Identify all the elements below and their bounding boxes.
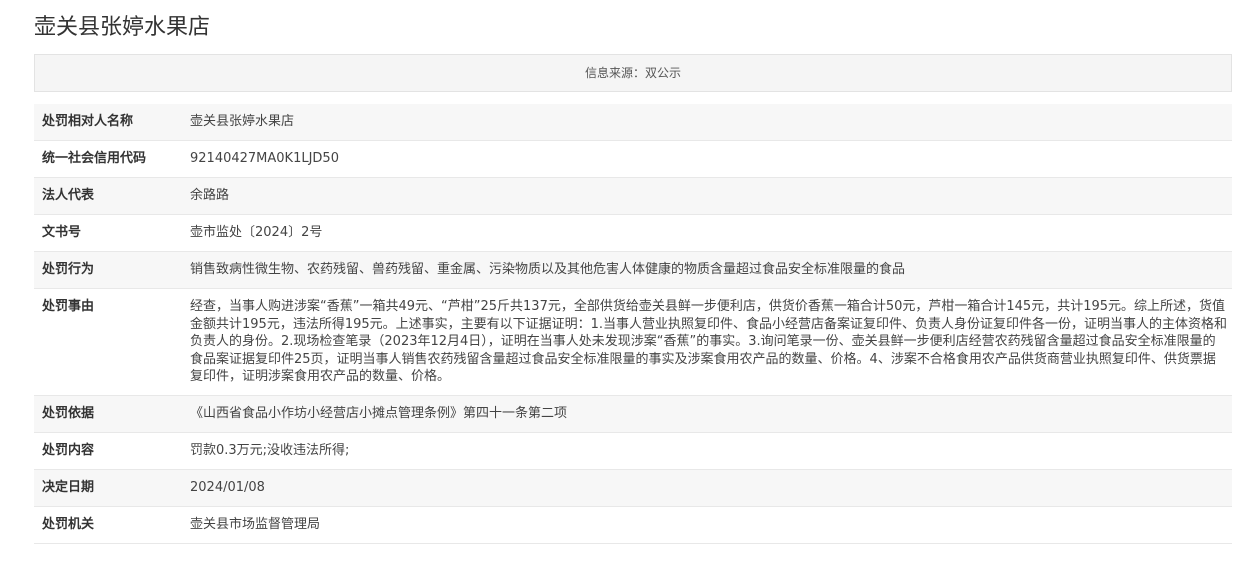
value-credit-code: 92140427MA0K1LJD50 bbox=[190, 151, 339, 166]
label-document-number: 文书号 bbox=[42, 225, 82, 240]
penalty-detail-table: 处罚相对人名称 壶关县张婷水果店 统一社会信用代码 92140427MA0K1L… bbox=[34, 104, 1232, 544]
value-penalty-content: 罚款0.3万元;没收违法所得; bbox=[190, 442, 350, 458]
row-penalty-basis: 处罚依据 《山西省食品小作坊小经营店小摊点管理条例》第四十一条第二项 bbox=[34, 395, 1232, 433]
info-source-box: 信息来源：双公示 bbox=[34, 54, 1232, 92]
label-penalty-authority: 处罚机关 bbox=[42, 516, 95, 532]
row-penalty-reason: 处罚事由 经查，当事人购进涉案“香蕉”一箱共49元、“芦柑”25斤共137元，全… bbox=[34, 288, 1232, 396]
value-legal-rep: 余路路 bbox=[190, 188, 230, 203]
label-violation-act: 处罚行为 bbox=[42, 262, 95, 277]
value-penalty-authority: 壶关县市场监督管理局 bbox=[190, 516, 321, 532]
label-decision-date: 决定日期 bbox=[42, 479, 95, 495]
row-decision-date: 决定日期 2024/01/08 bbox=[34, 469, 1232, 507]
value-party-name: 壶关县张婷水果店 bbox=[190, 114, 295, 129]
page-title: 壶关县张婷水果店 bbox=[34, 15, 211, 40]
info-source-text: 信息来源：双公示 bbox=[584, 66, 681, 80]
label-party-name: 处罚相对人名称 bbox=[42, 114, 134, 129]
value-decision-date: 2024/01/08 bbox=[190, 479, 265, 495]
value-violation-act: 销售致病性微生物、农药残留、兽药残留、重金属、污染物质以及其他危害人体健康的物质… bbox=[190, 262, 906, 277]
label-penalty-basis: 处罚依据 bbox=[42, 405, 95, 421]
page: 壶关县张婷水果店 信息来源：双公示 处罚相对人名称 壶关县张婷水果店 统一社会信… bbox=[0, 0, 1257, 567]
value-penalty-reason: 经查，当事人购进涉案“香蕉”一箱共49元、“芦柑”25斤共137元，全部供货给壶… bbox=[190, 299, 1228, 385]
row-violation-act: 处罚行为 销售致病性微生物、农药残留、兽药残留、重金属、污染物质以及其他危害人体… bbox=[34, 251, 1232, 289]
label-credit-code: 统一社会信用代码 bbox=[42, 151, 147, 166]
value-document-number: 壶市监处〔2024〕2号 bbox=[190, 225, 323, 240]
row-credit-code: 统一社会信用代码 92140427MA0K1LJD50 bbox=[34, 140, 1232, 178]
label-penalty-content: 处罚内容 bbox=[42, 442, 95, 458]
row-legal-rep: 法人代表 余路路 bbox=[34, 177, 1232, 215]
value-penalty-basis: 《山西省食品小作坊小经营店小摊点管理条例》第四十一条第二项 bbox=[190, 405, 568, 421]
label-penalty-reason: 处罚事由 bbox=[42, 299, 95, 314]
row-party-name: 处罚相对人名称 壶关县张婷水果店 bbox=[34, 104, 1232, 141]
row-penalty-authority: 处罚机关 壶关县市场监督管理局 bbox=[34, 506, 1232, 544]
label-legal-rep: 法人代表 bbox=[42, 188, 95, 203]
row-document-number: 文书号 壶市监处〔2024〕2号 bbox=[34, 214, 1232, 252]
row-penalty-content: 处罚内容 罚款0.3万元;没收违法所得; bbox=[34, 432, 1232, 470]
